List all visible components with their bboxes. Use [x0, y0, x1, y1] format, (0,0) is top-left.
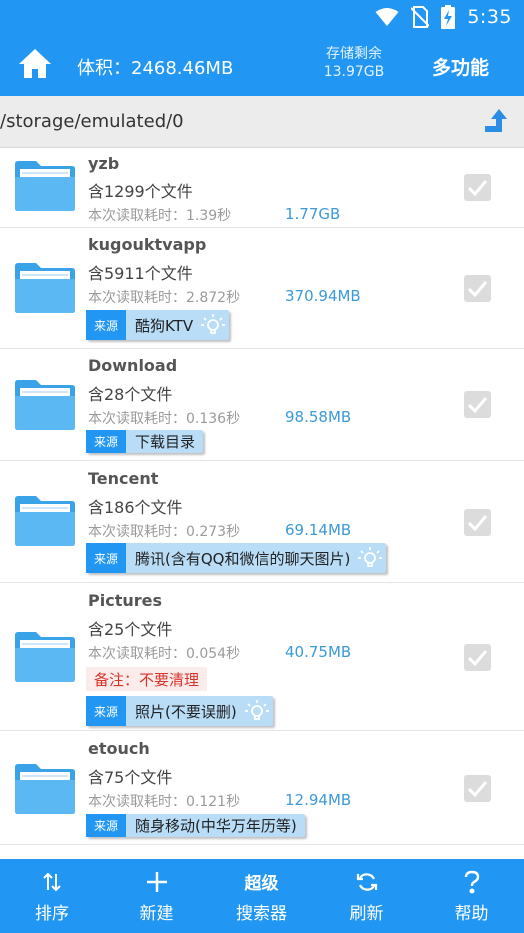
no-sim-icon: [411, 6, 430, 28]
status-icons: 5:35: [375, 5, 512, 29]
file-count: 含75个文件: [88, 768, 173, 787]
storage-value: 13.97GB: [323, 64, 385, 80]
source-label: 来源: [86, 310, 126, 340]
source-tag[interactable]: 来源 腾讯(含有QQ和微信的聊天图片): [86, 543, 387, 573]
folder-list[interactable]: yzb 含1299个文件 本次读取耗时：1.39秒 1.77GB kugoukt…: [0, 148, 524, 859]
plus-icon: [146, 869, 168, 895]
app-root: 5:35 体积：2468.46MB 存储剩余 13.97GB 多功能 /stor…: [0, 0, 524, 933]
list-item[interactable]: Tencent 含186个文件 本次读取耗时：0.273秒 69.14MB 来源…: [0, 461, 524, 583]
file-count: 含5911个文件: [88, 264, 193, 283]
folder-name: Download: [88, 356, 178, 375]
select-checkbox[interactable]: [464, 509, 491, 536]
new-label: 新建: [139, 903, 174, 924]
read-time: 本次读取耗时：0.273秒: [88, 524, 241, 540]
select-checkbox[interactable]: [464, 644, 491, 671]
folder-icon: [14, 493, 76, 547]
super-search-label: 搜索器: [236, 903, 287, 924]
read-time: 本次读取耗时：0.136秒: [88, 411, 241, 427]
folder-size: 370.94MB: [285, 287, 361, 305]
folder-icon: [14, 761, 76, 815]
source-label: 来源: [86, 543, 126, 573]
folder-icon: [14, 377, 76, 431]
folder-size: 1.77GB: [285, 205, 341, 223]
source-tag[interactable]: 来源 照片(不要误删): [86, 696, 273, 726]
multi-function-button[interactable]: 多功能: [432, 53, 489, 80]
folder-name: yzb: [88, 154, 120, 173]
file-count: 含25个文件: [88, 620, 173, 639]
lightbulb-icon: [358, 543, 386, 573]
app-bar: 体积：2468.46MB 存储剩余 13.97GB 多功能: [0, 34, 524, 96]
help-label: 帮助: [454, 903, 489, 924]
super-search-top: 超级: [244, 874, 279, 894]
new-button[interactable]: 新建: [104, 859, 209, 933]
storage-remaining: 存储剩余 13.97GB: [304, 45, 404, 81]
source-label: 来源: [86, 430, 126, 453]
source-label: 来源: [86, 696, 126, 726]
refresh-button[interactable]: 刷新: [314, 859, 419, 933]
note-label: 备注：不要清理: [86, 667, 208, 691]
help-icon: [463, 869, 481, 895]
folder-size: 98.58MB: [285, 408, 352, 426]
source-label: 来源: [86, 814, 126, 837]
list-item[interactable]: etouch 含75个文件 本次读取耗时：0.121秒 12.94MB 来源 随…: [0, 731, 524, 845]
file-count: 含1299个文件: [88, 182, 193, 201]
file-count: 含28个文件: [88, 385, 173, 404]
bottom-nav: 排序 新建 超级 搜索器 刷新 帮助: [0, 859, 524, 933]
folder-name: Pictures: [88, 591, 162, 610]
folder-icon: [14, 260, 76, 314]
select-checkbox[interactable]: [464, 275, 491, 302]
list-item[interactable]: kugouktvapp 含5911个文件 本次读取耗时：2.872秒 370.9…: [0, 228, 524, 349]
source-text: 酷狗KTV: [135, 316, 194, 335]
list-item[interactable]: Download 含28个文件 本次读取耗时：0.136秒 98.58MB 来源…: [0, 349, 524, 461]
folder-size: 40.75MB: [285, 643, 352, 661]
wifi-icon: [375, 7, 399, 27]
source-tag[interactable]: 来源 下载目录: [86, 430, 204, 453]
source-text: 照片(不要误删): [135, 702, 237, 721]
folder-name: Tencent: [88, 469, 159, 488]
help-button[interactable]: 帮助: [419, 859, 524, 933]
folder-icon: [14, 158, 76, 212]
super-search-button[interactable]: 超级 搜索器: [209, 859, 314, 933]
read-time: 本次读取耗时：1.39秒: [88, 208, 232, 224]
lightbulb-icon: [201, 310, 229, 340]
list-item[interactable]: yzb 含1299个文件 本次读取耗时：1.39秒 1.77GB: [0, 148, 524, 228]
folder-name: kugouktvapp: [88, 235, 207, 254]
select-checkbox[interactable]: [464, 174, 491, 201]
select-checkbox[interactable]: [464, 391, 491, 418]
sort-button[interactable]: 排序: [0, 859, 104, 933]
read-time: 本次读取耗时：0.121秒: [88, 794, 241, 810]
read-time: 本次读取耗时：2.872秒: [88, 290, 241, 306]
battery-charging-icon: [441, 5, 456, 29]
sort-icon: [43, 869, 61, 895]
folder-name: etouch: [88, 739, 150, 758]
home-button[interactable]: [18, 48, 52, 80]
source-tag[interactable]: 来源 随身移动(中华万年历等): [86, 814, 305, 837]
refresh-icon: [356, 869, 378, 895]
list-item[interactable]: Pictures 含25个文件 本次读取耗时：0.054秒 40.75MB 备注…: [0, 583, 524, 731]
folder-size: 69.14MB: [285, 521, 352, 539]
volume-label: 体积：2468.46MB: [77, 58, 234, 79]
sort-label: 排序: [35, 903, 69, 924]
storage-title: 存储剩余: [326, 46, 382, 62]
source-tag[interactable]: 来源 酷狗KTV: [86, 310, 230, 340]
status-time: 5:35: [467, 6, 512, 28]
status-bar: 5:35: [0, 0, 524, 34]
lightbulb-icon: [244, 696, 273, 726]
folder-icon: [14, 629, 76, 683]
file-count: 含186个文件: [88, 498, 183, 517]
select-checkbox[interactable]: [464, 775, 491, 802]
read-time: 本次读取耗时：0.054秒: [88, 646, 241, 662]
current-path: /storage/emulated/0: [0, 111, 184, 132]
source-text: 腾讯(含有QQ和微信的聊天图片): [135, 549, 351, 568]
folder-up-button[interactable]: [482, 108, 508, 134]
home-icon: [18, 49, 52, 84]
source-text: 随身移动(中华万年历等): [135, 817, 297, 835]
refresh-label: 刷新: [349, 903, 384, 924]
folder-up-icon: [482, 109, 508, 138]
source-text: 下载目录: [135, 433, 196, 451]
path-bar: /storage/emulated/0: [0, 96, 524, 148]
folder-size: 12.94MB: [285, 791, 352, 809]
list-item-partial[interactable]: [0, 845, 524, 859]
